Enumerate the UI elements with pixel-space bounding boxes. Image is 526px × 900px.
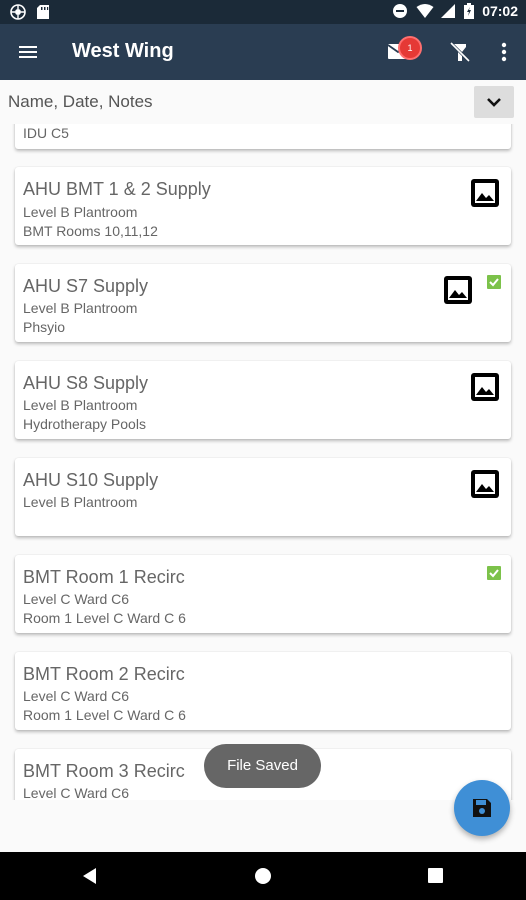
item-line1: Level B Plantroom (23, 397, 138, 413)
flashlight-off-icon[interactable] (448, 40, 472, 64)
item-line2: Phsyio (23, 319, 66, 335)
image-icon[interactable] (471, 470, 499, 498)
chevron-down-icon (487, 98, 501, 107)
item-title: AHU S7 Supply (23, 276, 149, 296)
checkbox-checked-icon[interactable] (487, 275, 501, 289)
signal-icon (440, 3, 456, 19)
list-item[interactable]: AHU S10 Supply Level B Plantroom (15, 458, 511, 536)
list-item[interactable]: AHU S7 Supply Level B Plantroom Phsyio (15, 264, 511, 342)
app-bar: West Wing 1 (0, 24, 526, 80)
search-bar (0, 80, 526, 124)
sd-card-icon (36, 4, 52, 20)
battery-icon (464, 3, 475, 19)
list-item[interactable]: AHU S8 Supply Level B Plantroom Hydrothe… (15, 361, 511, 439)
status-bar: 07:02 (0, 0, 526, 24)
save-button[interactable] (454, 780, 510, 836)
item-line1: Level C Ward C6 (23, 591, 130, 607)
item-title: AHU S8 Supply (23, 373, 149, 393)
item-line2: Room 1 Level C Ward C 6 (23, 707, 186, 723)
page-title: West Wing (72, 40, 174, 62)
item-line2: Room 1 Level C Ward C 6 (23, 610, 186, 626)
more-vert-icon[interactable] (494, 40, 514, 64)
checkbox-checked-icon[interactable] (487, 566, 501, 580)
toast-message: File Saved (204, 744, 321, 788)
item-title: BMT Room 1 Recirc (23, 567, 185, 587)
list-item[interactable]: AHU BMT 1 & 2 Supply Level B Plantroom B… (15, 167, 511, 245)
equipment-list: IDU C5 AHU BMT 1 & 2 Supply Level B Plan… (0, 124, 526, 800)
item-title: AHU S10 Supply (23, 470, 159, 490)
aperture-icon (10, 4, 26, 20)
list-item[interactable]: BMT Room 1 Recirc Level C Ward C6 Room 1… (15, 555, 511, 633)
item-line1: Level B Plantroom (23, 204, 138, 220)
save-icon (473, 799, 491, 817)
filter-dropdown-button[interactable] (474, 86, 514, 118)
search-input[interactable] (0, 86, 460, 118)
item-line2: Hydrotherapy Pools (23, 416, 146, 432)
clock: 07:02 (482, 3, 518, 19)
list-item[interactable]: IDU C5 (15, 124, 511, 149)
item-title: BMT Room 3 Recirc (23, 761, 185, 781)
notification-badge[interactable]: 1 (398, 36, 422, 60)
item-line1: Level B Plantroom (23, 300, 138, 316)
menu-icon[interactable] (16, 40, 40, 64)
item-line1: Level B Plantroom (23, 494, 138, 510)
recents-icon[interactable] (426, 866, 446, 886)
wifi-icon (416, 3, 434, 19)
image-icon[interactable] (471, 179, 499, 207)
image-icon[interactable] (444, 276, 472, 304)
system-navigation-bar (0, 852, 526, 900)
image-icon[interactable] (471, 373, 499, 401)
item-line2: BMT Rooms 10,11,12 (23, 223, 158, 239)
list-item[interactable]: BMT Room 2 Recirc Level C Ward C6 Room 1… (15, 652, 511, 730)
home-icon[interactable] (253, 866, 273, 886)
back-icon[interactable] (80, 866, 100, 886)
item-line1: IDU C5 (23, 125, 69, 141)
item-title: AHU BMT 1 & 2 Supply (23, 179, 211, 199)
do-not-disturb-icon (392, 3, 408, 19)
item-line1: Level C Ward C6 (23, 785, 130, 800)
item-title: BMT Room 2 Recirc (23, 664, 185, 684)
item-line1: Level C Ward C6 (23, 688, 130, 704)
